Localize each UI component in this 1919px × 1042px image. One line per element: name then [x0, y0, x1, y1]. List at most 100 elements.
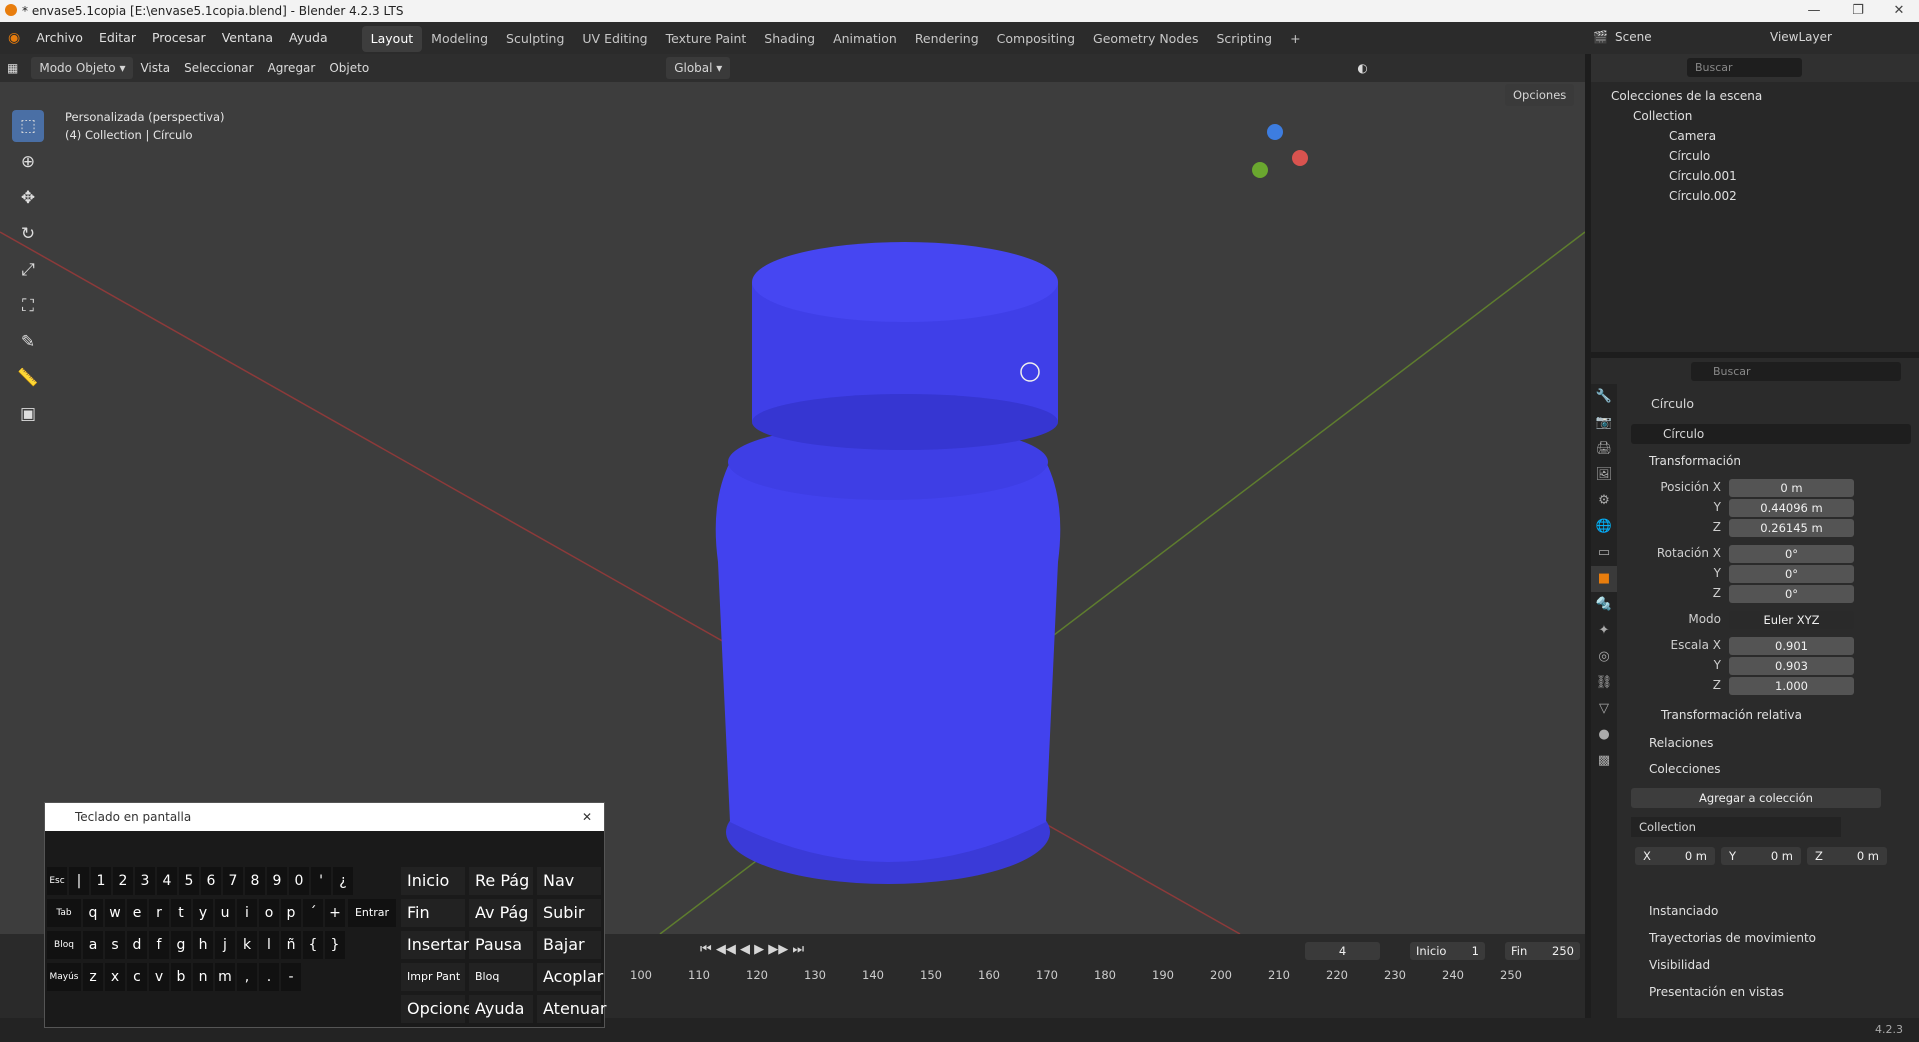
keyboard-key[interactable]: | [69, 867, 89, 895]
properties-search-input[interactable]: Buscar [1691, 362, 1901, 381]
keyboard-key[interactable]: - [281, 963, 301, 991]
location-y-field[interactable]: 0.44096 m [1729, 499, 1854, 517]
keyboard-nav-key[interactable]: Opciones [401, 995, 481, 1023]
scale-x-field[interactable]: 0.901 [1729, 637, 1854, 655]
keyboard-key[interactable]: j [215, 931, 235, 959]
end-frame-field[interactable]: Fin 250 [1505, 942, 1580, 960]
keyboard-nav-key[interactable]: Subir [537, 899, 601, 927]
keyboard-key[interactable]: 5 [179, 867, 199, 895]
rotation-y-field[interactable]: 0° [1729, 565, 1854, 583]
menu-vista[interactable]: Vista [133, 56, 177, 80]
rotation-mode-dropdown[interactable]: Euler XYZ [1729, 611, 1854, 629]
menu-procesar[interactable]: Procesar [144, 22, 214, 54]
tab-shading[interactable]: Shading [755, 26, 824, 52]
keyboard-key[interactable]: u [215, 899, 235, 927]
add-workspace-button[interactable]: + [1281, 26, 1309, 52]
keyboard-key[interactable]: 0 [289, 867, 309, 895]
options-dropdown[interactable]: Opciones [1505, 84, 1575, 106]
keyboard-key[interactable]: v [149, 963, 169, 991]
motion-paths-section[interactable]: Trayectorias de movimiento [1649, 931, 1816, 945]
keyboard-key[interactable]: o [259, 899, 279, 927]
outliner-search-input[interactable]: Buscar [1687, 58, 1802, 77]
outliner-item-circulo-002[interactable]: Círculo.002 [1611, 186, 1911, 206]
constraints-tab-icon[interactable]: ⛓ [1591, 670, 1617, 696]
keyboard-key[interactable]: Mayús [47, 963, 81, 991]
cursor-tool-icon[interactable]: ⊕ [12, 146, 44, 178]
menu-seleccionar[interactable]: Seleccionar [177, 56, 260, 80]
material-tab-icon[interactable]: ● [1591, 722, 1617, 748]
orientation-dropdown[interactable]: Global ▾ [666, 57, 731, 79]
keyboard-key[interactable]: ' [311, 867, 331, 895]
add-cube-tool-icon[interactable]: ▣ [12, 398, 44, 430]
keyboard-key[interactable]: Esc [47, 867, 67, 895]
keyboard-key[interactable]: h [193, 931, 213, 959]
tab-layout[interactable]: Layout [361, 26, 423, 52]
keyboard-key[interactable]: e [127, 899, 147, 927]
keyboard-key[interactable]: z [83, 963, 103, 991]
maximize-button[interactable]: ❐ [1838, 0, 1878, 22]
keyboard-key[interactable]: r [149, 899, 169, 927]
keyboard-key[interactable]: Bloq Mayús [47, 931, 81, 978]
location-z-field[interactable]: 0.26145 m [1729, 519, 1854, 537]
modifiers-tab-icon[interactable]: 🔩 [1591, 592, 1617, 618]
scale-y-field[interactable]: 0.903 [1729, 657, 1854, 675]
view-layer-tab-icon[interactable]: 🖼 [1591, 462, 1617, 488]
keyboard-key[interactable]: l [259, 931, 279, 959]
scale-z-field[interactable]: 1.000 [1729, 677, 1854, 695]
minimize-button[interactable]: — [1794, 0, 1834, 22]
tab-texture-paint[interactable]: Texture Paint [657, 26, 756, 52]
keyboard-key[interactable]: g [171, 931, 191, 959]
keyboard-key[interactable]: n [193, 963, 213, 991]
keyboard-key[interactable]: 8 [245, 867, 265, 895]
collection-offset-x-field[interactable]: X 0 m [1635, 847, 1715, 865]
keyboard-key[interactable]: + [325, 899, 345, 927]
menu-archivo[interactable]: Archivo [28, 22, 91, 54]
keyboard-nav-key[interactable]: Acoplar [537, 963, 603, 991]
keyboard-nav-key[interactable]: Insertar [401, 931, 469, 959]
current-frame-field[interactable]: 4 [1305, 942, 1380, 960]
keyboard-nav-key[interactable]: Bloq Despl [469, 963, 533, 1011]
tab-sculpting[interactable]: Sculpting [497, 26, 573, 52]
keyboard-close-button[interactable]: ✕ [582, 803, 592, 831]
output-tab-icon[interactable]: 🖨 [1591, 436, 1617, 462]
keyboard-key[interactable]: Tab [47, 899, 81, 927]
object-tab-icon[interactable]: ■ [1591, 566, 1617, 592]
outliner-item-circulo[interactable]: Círculo [1611, 146, 1911, 166]
shading-solid-icon[interactable]: ◐ [1350, 56, 1374, 80]
tab-rendering[interactable]: Rendering [906, 26, 988, 52]
rotate-tool-icon[interactable]: ↻ [12, 218, 44, 250]
keyboard-nav-key[interactable]: Fin [401, 899, 465, 927]
tab-scripting[interactable]: Scripting [1207, 26, 1281, 52]
keyboard-key[interactable]: a [83, 931, 103, 959]
key-enter[interactable]: Entrar [348, 899, 396, 927]
scene-tab-icon[interactable]: ⚙ [1591, 488, 1617, 514]
keyboard-key[interactable]: 2 [113, 867, 133, 895]
transform-header[interactable]: Transformación [1649, 454, 1741, 468]
outliner-scene-collection[interactable]: Colecciones de la escena [1611, 86, 1911, 106]
playback-controls[interactable]: ⏮ ◀◀ ◀ ▶ ▶▶ ⏭ [700, 942, 804, 957]
location-x-field[interactable]: 0 m [1729, 479, 1854, 497]
menu-editar[interactable]: Editar [91, 22, 144, 54]
keyboard-nav-key[interactable]: Impr Pant [401, 963, 465, 991]
menu-objeto[interactable]: Objeto [322, 56, 376, 80]
keyboard-key[interactable]: . [259, 963, 279, 991]
keyboard-key[interactable]: q [83, 899, 103, 927]
tool-tab-icon[interactable]: 🔧 [1591, 384, 1617, 410]
keyboard-nav-key[interactable]: Re Pág [469, 867, 533, 895]
tab-compositing[interactable]: Compositing [988, 26, 1084, 52]
instancing-section[interactable]: Instanciado [1649, 904, 1718, 918]
keyboard-nav-key[interactable]: Av Pág [469, 899, 533, 927]
keyboard-key[interactable]: w [105, 899, 125, 927]
scale-tool-icon[interactable]: ⤢ [12, 254, 44, 286]
delta-transform-section[interactable]: Transformación relativa [1661, 708, 1802, 722]
collection-field[interactable]: Collection [1631, 817, 1841, 837]
keyboard-key[interactable]: } [325, 931, 345, 959]
keyboard-key[interactable]: , [237, 963, 257, 991]
keyboard-nav-key[interactable]: Ayuda [469, 995, 533, 1023]
keyboard-key[interactable]: ¿ [333, 867, 353, 895]
keyboard-key[interactable]: 9 [267, 867, 287, 895]
keyboard-key[interactable]: b [171, 963, 191, 991]
collection-offset-z-field[interactable]: Z 0 m [1807, 847, 1887, 865]
view-layer-name[interactable]: ViewLayer [1770, 30, 1832, 44]
blender-menu-icon[interactable]: ◉ [0, 22, 28, 54]
